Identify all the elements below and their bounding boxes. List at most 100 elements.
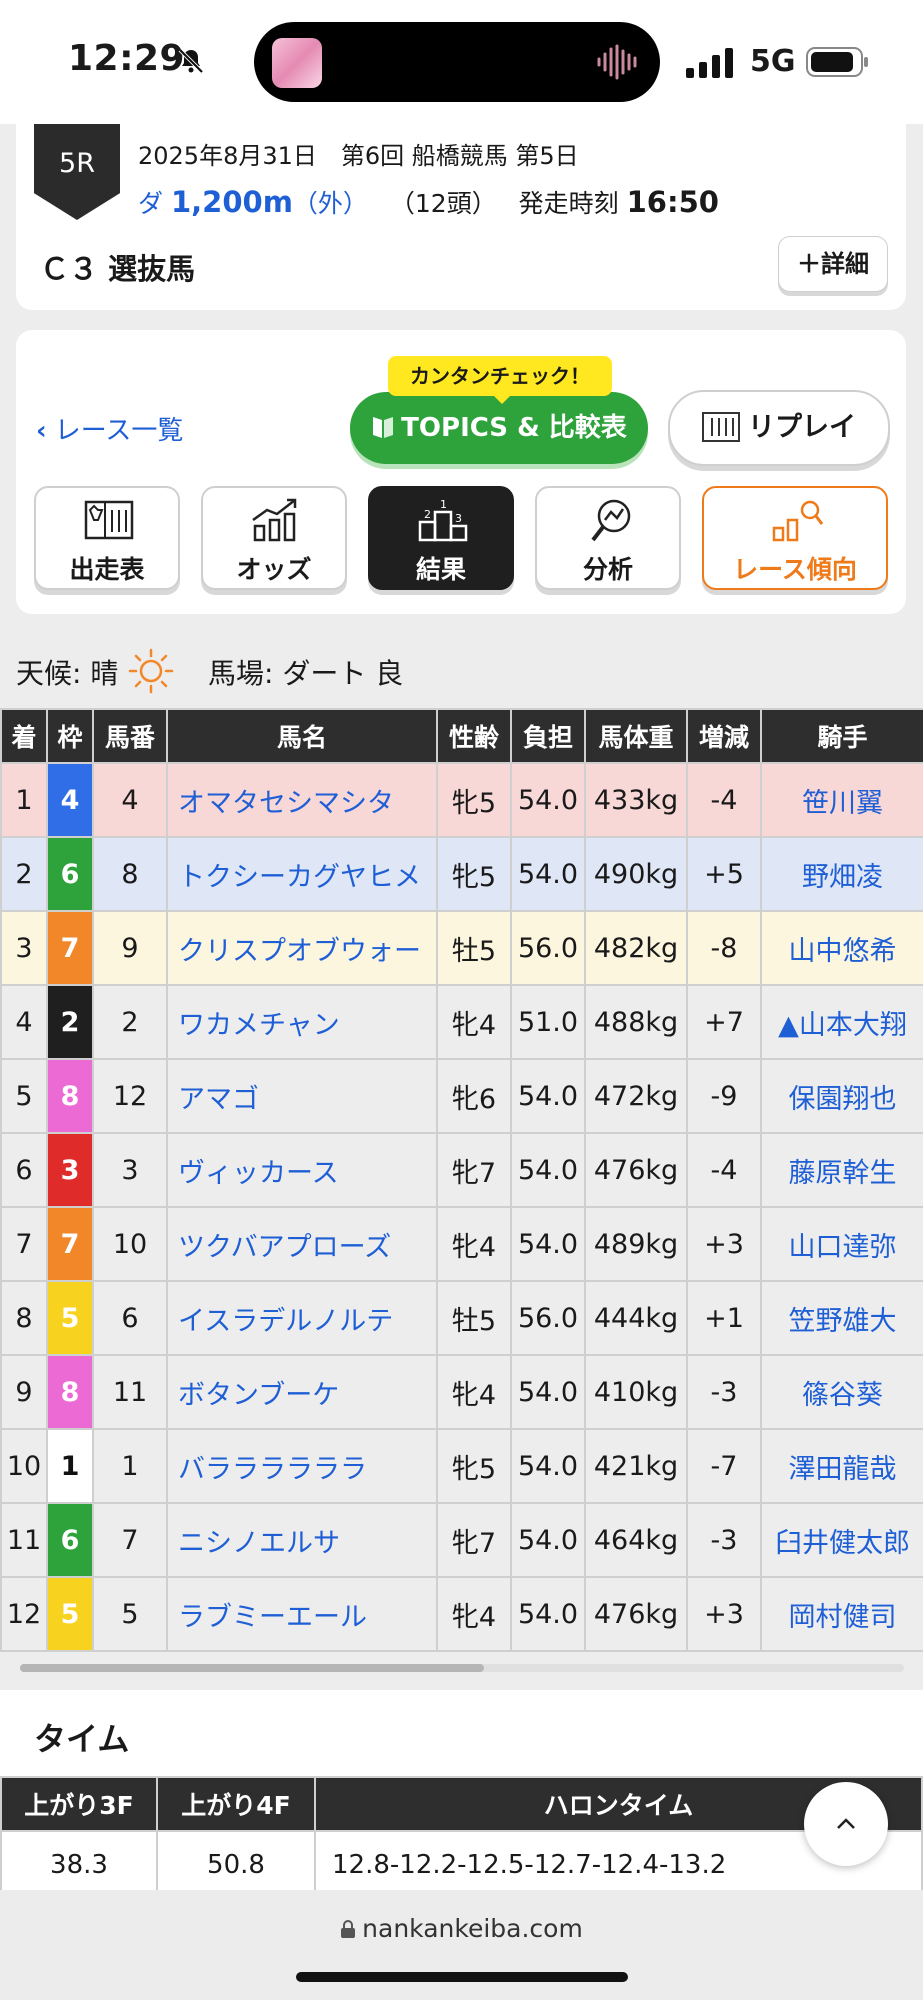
horse-number: 4 [92,762,168,838]
jockey-name[interactable]: 篠谷葵 [760,1354,923,1430]
carried-weight: 54.0 [510,1058,586,1134]
weather-label: 天候: 晴 [16,657,119,690]
race-list-back-link[interactable]: ‹ レース一覧 [36,410,183,447]
last-3f-value: 38.3 [0,1830,158,1900]
jockey-name[interactable]: 笹川翼 [760,762,923,838]
last-4f-value: 50.8 [156,1830,316,1900]
table-row: 8 5 6 イスラデルノルテ 牡5 56.0 444kg +1 笠野雄大 [0,1280,923,1356]
jockey-name[interactable]: 岡村健司 [760,1576,923,1652]
lock-icon [341,1920,356,1938]
battery-icon [806,47,868,77]
jockey-name[interactable]: 保園翔也 [760,1058,923,1134]
table-row: 4 2 2 ワカメチャン 牝4 51.0 488kg +7 ▲山本大翔 [0,984,923,1060]
svg-text:3: 3 [455,512,462,525]
odds-chart-icon [252,498,297,542]
sex-age: 牝7 [436,1132,512,1208]
sex-age: 牝5 [436,836,512,912]
topics-button-label: TOPICS & 比較表 [401,413,627,443]
col-header-weight: 負担 [510,708,586,764]
browser-address-bar[interactable] [0,1890,923,2000]
waku-cell: 1 [46,1428,94,1504]
carried-weight: 54.0 [510,762,586,838]
result-position: 10 [0,1428,48,1504]
jockey-name[interactable]: 山中悠希 [760,910,923,986]
waku-cell: 4 [46,762,94,838]
race-heads: （12頭） [389,189,497,218]
tab-result[interactable]: 2 1 3 結果 [368,486,514,590]
tab-result-label: 結果 [415,555,466,584]
tab-race-trend-label: レース傾向 [733,555,857,584]
body-weight: 490kg [584,836,688,912]
horse-name[interactable]: ヴィッカース [166,1132,438,1208]
result-position: 3 [0,910,48,986]
now-playing-thumbnail[interactable] [272,38,322,88]
tab-analysis[interactable]: 分析 [535,486,681,590]
results-header-row: 着 枠 馬番 馬名 性齢 負担 馬体重 増減 騎手 [0,708,923,764]
table-row: 6 3 3 ヴィッカース 牝7 54.0 476kg -4 藤原幹生 [0,1132,923,1208]
browser-url[interactable]: nankankeiba.com [0,1914,923,1943]
detail-button[interactable]: ＋詳細 [778,236,888,292]
weight-diff: +3 [686,1576,762,1652]
waku-cell: 3 [46,1132,94,1208]
carried-weight: 54.0 [510,1502,586,1578]
jockey-name[interactable]: 臼井健太郎 [760,1502,923,1578]
horse-name[interactable]: クリスプオブウォー [166,910,438,986]
entry-list-icon [84,500,134,540]
race-date-line: 2025年8月31日 第6回 船橋競馬 第5日 [138,142,579,170]
easy-check-tooltip: カンタンチェック！ [388,356,612,396]
waku-cell: 2 [46,984,94,1060]
race-list-link-label: レース一覧 [54,416,184,446]
col-header-position: 着 [0,708,48,764]
jockey-name[interactable]: 山口達弥 [760,1206,923,1282]
jockey-name[interactable]: 笠野雄大 [760,1280,923,1356]
horse-name[interactable]: ボタンブーケ [166,1354,438,1430]
bell-muted-icon [178,48,204,74]
audio-waveform-icon [597,44,637,80]
table-row: 2 6 8 トクシーカグヤヒメ 牝5 54.0 490kg +5 野畑凌 [0,836,923,912]
waku-cell: 8 [46,1354,94,1430]
race-course: （外） [292,189,368,218]
carried-weight: 54.0 [510,1206,586,1282]
waku-cell: 7 [46,1206,94,1282]
race-info-line: ダ 1,200m（外） （12頭） 発走時刻 16:50 [138,184,719,220]
jockey-name[interactable]: 野畑凌 [760,836,923,912]
jockey-name[interactable]: 藤原幹生 [760,1132,923,1208]
replay-button[interactable]: リプレイ [668,390,890,466]
body-weight: 410kg [584,1354,688,1430]
tab-entry-list[interactable]: 出走表 [34,486,180,590]
jockey-name[interactable]: 澤田龍哉 [760,1428,923,1504]
chevron-up-icon [837,1818,855,1829]
horse-name[interactable]: バララララララ [166,1428,438,1504]
horse-name[interactable]: オマタセシマシタ [166,762,438,838]
horse-name[interactable]: ワカメチャン [166,984,438,1060]
horse-name[interactable]: トクシーカグヤヒメ [166,836,438,912]
horse-name[interactable]: イスラデルノルテ [166,1280,438,1356]
col-header-jockey: 騎手 [760,708,923,764]
horse-number: 5 [92,1576,168,1652]
table-row: 1 4 4 オマタセシマシタ 牝5 54.0 433kg -4 笹川翼 [0,762,923,838]
trend-icon [772,500,824,542]
svg-text:2: 2 [424,508,431,521]
horse-name[interactable]: アマゴ [166,1058,438,1134]
post-time-label: 発走時刻 [518,189,619,218]
horse-name[interactable]: ラブミーエール [166,1576,438,1652]
col-header-number: 馬番 [92,708,168,764]
tab-odds[interactable]: オッズ [201,486,347,590]
horse-name[interactable]: ニシノエルサ [166,1502,438,1578]
col-header-last-3f: 上がり3F [0,1776,158,1832]
scroll-to-top-button[interactable] [804,1782,888,1866]
carried-weight: 54.0 [510,1428,586,1504]
sex-age: 牝4 [436,1206,512,1282]
jockey-name[interactable]: ▲山本大翔 [760,984,923,1060]
network-type: 5G [750,44,796,79]
horse-number: 11 [92,1354,168,1430]
table-scrollbar-thumb[interactable] [20,1664,484,1672]
body-weight: 421kg [584,1428,688,1504]
horse-name[interactable]: ツクバアプローズ [166,1206,438,1282]
home-indicator[interactable] [296,1972,628,1982]
body-weight: 472kg [584,1058,688,1134]
carried-weight: 54.0 [510,1132,586,1208]
horse-number: 9 [92,910,168,986]
body-weight: 489kg [584,1206,688,1282]
tab-race-trend[interactable]: レース傾向 [702,486,888,590]
